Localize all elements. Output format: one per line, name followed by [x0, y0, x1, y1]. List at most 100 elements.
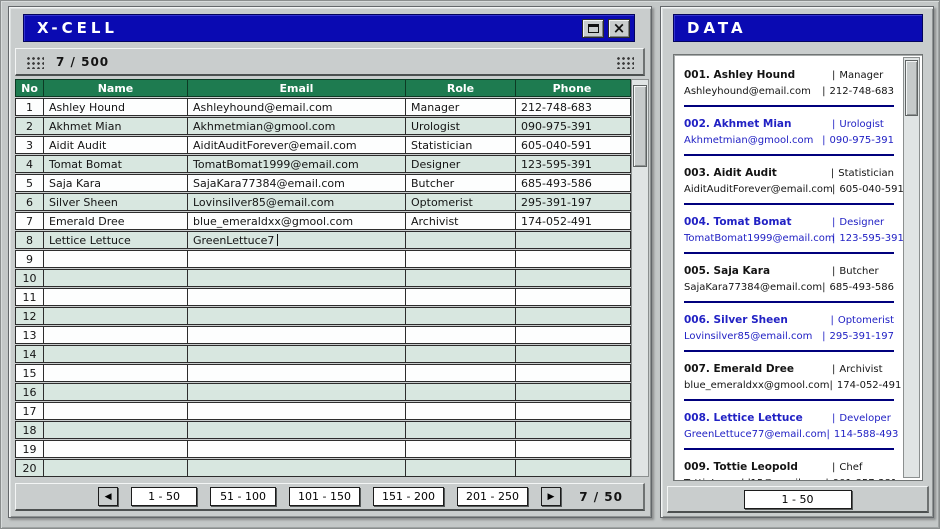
- table-cell[interactable]: [406, 308, 516, 324]
- range-button[interactable]: 1 - 50: [744, 490, 852, 509]
- table-row[interactable]: 13: [15, 326, 631, 344]
- table-cell[interactable]: 14: [16, 346, 44, 362]
- table-cell[interactable]: [516, 251, 628, 267]
- table-cell[interactable]: [406, 403, 516, 419]
- table-row[interactable]: 19: [15, 440, 631, 458]
- table-cell[interactable]: [188, 422, 406, 438]
- table-cell[interactable]: [406, 384, 516, 400]
- table-cell[interactable]: [188, 346, 406, 362]
- table-cell[interactable]: 15: [16, 365, 44, 381]
- column-header-name[interactable]: Name: [44, 80, 188, 96]
- table-cell[interactable]: Silver Sheen: [44, 194, 188, 210]
- table-row[interactable]: 15: [15, 364, 631, 382]
- table-cell[interactable]: 9: [16, 251, 44, 267]
- table-cell[interactable]: [406, 289, 516, 305]
- table-row[interactable]: 2Akhmet MianAkhmetmian@gmool.comUrologis…: [15, 117, 631, 135]
- table-cell[interactable]: 2: [16, 118, 44, 134]
- table-cell[interactable]: Lovinsilver85@email.com: [188, 194, 406, 210]
- data-record[interactable]: 008. Lettice Lettuce|DeveloperGreenLettu…: [684, 410, 894, 450]
- table-cell[interactable]: Designer: [406, 156, 516, 172]
- grip-dots-icon[interactable]: [615, 55, 634, 69]
- table-cell[interactable]: 090-975-391: [516, 118, 628, 134]
- column-header-phone[interactable]: Phone: [516, 80, 628, 96]
- table-cell[interactable]: Manager: [406, 99, 516, 115]
- table-cell[interactable]: [188, 365, 406, 381]
- page-range-button[interactable]: 51 - 100: [210, 487, 276, 506]
- table-cell[interactable]: 18: [16, 422, 44, 438]
- table-row[interactable]: 12: [15, 307, 631, 325]
- table-cell[interactable]: [188, 384, 406, 400]
- table-cell[interactable]: AiditAuditForever@email.com: [188, 137, 406, 153]
- previous-page-button[interactable]: ◀: [98, 487, 118, 506]
- table-cell[interactable]: Butcher: [406, 175, 516, 191]
- table-cell[interactable]: [188, 460, 406, 476]
- data-titlebar[interactable]: DATA: [673, 14, 923, 42]
- scrollbar-thumb[interactable]: [633, 85, 647, 167]
- table-cell[interactable]: [406, 460, 516, 476]
- table-row[interactable]: 6Silver SheenLovinsilver85@email.comOpto…: [15, 193, 631, 211]
- table-cell[interactable]: [44, 251, 188, 267]
- table-cell[interactable]: 123-595-391: [516, 156, 628, 172]
- data-record[interactable]: 005. Saja Kara|ButcherSajaKara77384@emai…: [684, 263, 894, 303]
- table-cell[interactable]: 6: [16, 194, 44, 210]
- table-cell[interactable]: Ashley Hound: [44, 99, 188, 115]
- table-cell[interactable]: [406, 346, 516, 362]
- table-cell[interactable]: [516, 422, 628, 438]
- table-row[interactable]: 4Tomat BomatTomatBomat1999@email.comDesi…: [15, 155, 631, 173]
- table-cell[interactable]: 4: [16, 156, 44, 172]
- table-cell[interactable]: [406, 327, 516, 343]
- grip-dots-icon[interactable]: [25, 55, 44, 69]
- table-cell[interactable]: [188, 327, 406, 343]
- data-record[interactable]: 006. Silver Sheen|OptomeristLovinsilver8…: [684, 312, 894, 352]
- table-cell[interactable]: [406, 441, 516, 457]
- table-cell[interactable]: [44, 460, 188, 476]
- table-row[interactable]: 5Saja KaraSajaKara77384@email.comButcher…: [15, 174, 631, 192]
- table-cell[interactable]: SajaKara77384@email.com: [188, 175, 406, 191]
- table-cell[interactable]: [516, 365, 628, 381]
- table-cell[interactable]: [44, 308, 188, 324]
- table-cell[interactable]: [44, 289, 188, 305]
- table-cell[interactable]: [406, 251, 516, 267]
- page-range-button[interactable]: 101 - 150: [289, 487, 360, 506]
- table-cell[interactable]: [516, 327, 628, 343]
- table-cell[interactable]: 5: [16, 175, 44, 191]
- table-row[interactable]: 1Ashley HoundAshleyhound@email.comManage…: [15, 98, 631, 116]
- close-button[interactable]: ×: [608, 19, 630, 38]
- table-cell[interactable]: [516, 289, 628, 305]
- table-cell[interactable]: [516, 441, 628, 457]
- column-header-role[interactable]: Role: [406, 80, 516, 96]
- page-range-button[interactable]: 201 - 250: [457, 487, 528, 506]
- table-cell[interactable]: [188, 270, 406, 286]
- table-cell[interactable]: [406, 422, 516, 438]
- table-row[interactable]: 7Emerald Dreeblue_emeraldxx@gmool.comArc…: [15, 212, 631, 230]
- table-row[interactable]: 17: [15, 402, 631, 420]
- table-cell[interactable]: [516, 460, 628, 476]
- table-cell[interactable]: Urologist: [406, 118, 516, 134]
- table-cell[interactable]: Optomerist: [406, 194, 516, 210]
- table-row[interactable]: 8Lettice LettuceGreenLettuce7: [15, 231, 631, 249]
- table-cell[interactable]: Lettice Lettuce: [44, 232, 188, 248]
- table-cell[interactable]: [516, 308, 628, 324]
- column-header-no[interactable]: No: [16, 80, 44, 96]
- table-cell[interactable]: [44, 384, 188, 400]
- table-cell[interactable]: [44, 441, 188, 457]
- table-cell[interactable]: 1: [16, 99, 44, 115]
- table-row[interactable]: 14: [15, 345, 631, 363]
- table-cell[interactable]: Tomat Bomat: [44, 156, 188, 172]
- table-row[interactable]: 9: [15, 250, 631, 268]
- table-cell[interactable]: [188, 403, 406, 419]
- table-row[interactable]: 11: [15, 288, 631, 306]
- table-cell[interactable]: [188, 441, 406, 457]
- table-cell[interactable]: Saja Kara: [44, 175, 188, 191]
- table-cell[interactable]: Akhmetmian@gmool.com: [188, 118, 406, 134]
- table-cell[interactable]: 8: [16, 232, 44, 248]
- xcell-titlebar[interactable]: X-CELL ×: [23, 14, 635, 42]
- table-cell[interactable]: [44, 422, 188, 438]
- table-cell[interactable]: [188, 308, 406, 324]
- table-cell[interactable]: [516, 403, 628, 419]
- data-record[interactable]: 009. Tottie Leopold|ChefTottieLeopold15@…: [684, 459, 894, 481]
- table-cell[interactable]: 3: [16, 137, 44, 153]
- table-cell[interactable]: 19: [16, 441, 44, 457]
- table-cell[interactable]: [44, 327, 188, 343]
- table-cell[interactable]: [406, 270, 516, 286]
